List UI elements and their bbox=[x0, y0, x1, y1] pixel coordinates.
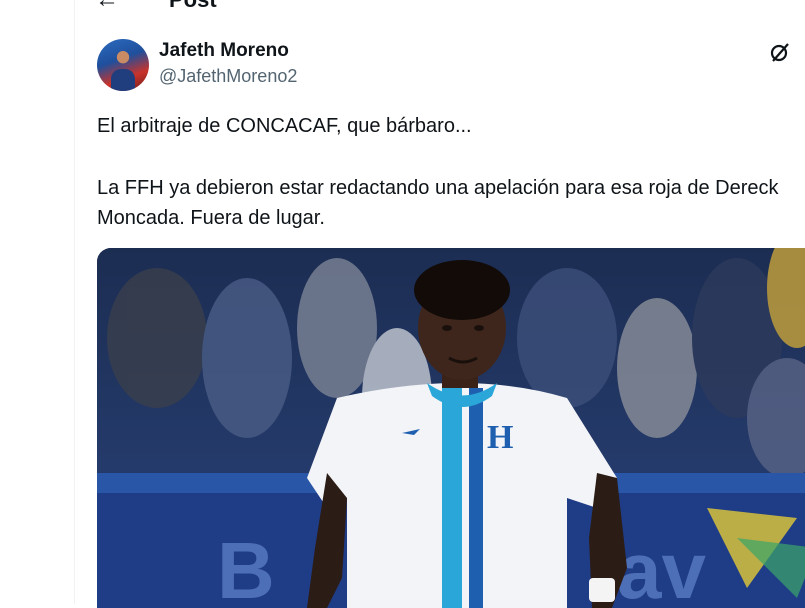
arrow-left-icon[interactable]: ← bbox=[95, 0, 119, 16]
svg-text:av: av bbox=[617, 526, 706, 608]
svg-text:H: H bbox=[487, 419, 513, 456]
grok-icon[interactable] bbox=[768, 40, 792, 64]
page-title: Post bbox=[169, 0, 217, 16]
svg-text:B: B bbox=[217, 526, 275, 608]
left-gutter bbox=[0, 0, 74, 604]
post-header: ← Post bbox=[75, 0, 805, 16]
author-name[interactable]: Jafeth Moreno bbox=[159, 40, 289, 62]
soccer-player-photo: B av H bbox=[97, 248, 805, 608]
avatar[interactable] bbox=[97, 39, 149, 91]
post-column: ← Post Jafeth Moreno @JafethMoreno2 El a… bbox=[74, 0, 805, 608]
post-image[interactable]: B av H bbox=[97, 248, 805, 608]
author-handle[interactable]: @JafethMoreno2 bbox=[159, 66, 297, 87]
post-text-paragraph2: La FFH ya debieron estar redactando una … bbox=[97, 177, 779, 229]
post-text-line1: El arbitraje de CONCACAF, que bárbaro... bbox=[97, 115, 472, 137]
